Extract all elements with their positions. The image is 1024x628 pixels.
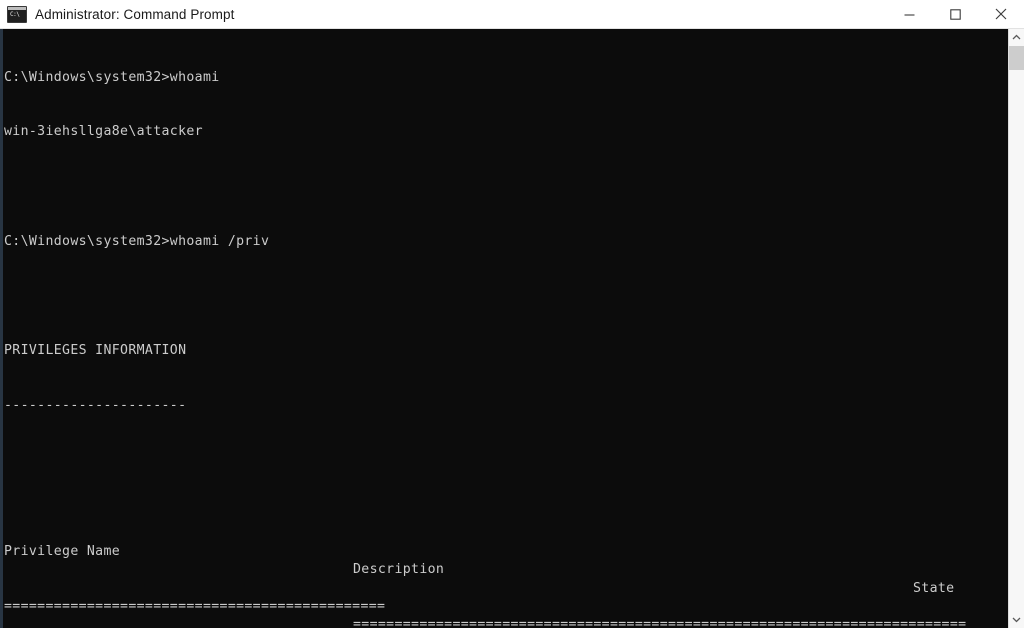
rule-privilege-name: ========================================… (4, 598, 386, 614)
console-icon (7, 5, 27, 23)
command-prompt-window: Administrator: Command Prompt C:\Windows… (0, 0, 1024, 628)
vertical-scrollbar[interactable] (1008, 29, 1024, 628)
terminal-line-blank-3 (4, 452, 1004, 470)
scrollbar-thumb[interactable] (1009, 46, 1024, 70)
privileges-table-rule: ========================================… (4, 580, 1004, 628)
chevron-up-icon[interactable] (1009, 29, 1024, 46)
terminal-line-blank-1 (4, 178, 1004, 196)
window-title: Administrator: Command Prompt (35, 6, 235, 22)
title-bar[interactable]: Administrator: Command Prompt (0, 0, 1024, 29)
terminal-text: C:\Windows\system32>whoami win-3iehsllga… (4, 32, 1004, 628)
chevron-down-icon[interactable] (1009, 611, 1024, 628)
terminal-line-blank-2 (4, 288, 1004, 306)
rule-description: ========================================… (353, 617, 967, 628)
privileges-section-title: PRIVILEGES INFORMATION (4, 343, 187, 359)
terminal-line-prompt-2: C:\Windows\system32>whoami /priv (4, 233, 270, 249)
terminal-line-prompt-1: C:\Windows\system32>whoami (4, 69, 220, 85)
maximize-button[interactable] (932, 0, 978, 28)
close-button[interactable] (978, 0, 1024, 28)
header-description: Description (353, 562, 445, 578)
privileges-section-rule: ---------------------- (4, 398, 187, 413)
window-left-border (0, 29, 3, 628)
minimize-button[interactable] (886, 0, 932, 28)
header-privilege-name: Privilege Name (4, 544, 121, 559)
privileges-table-header: Privilege Name Description State (4, 525, 1004, 596)
scrollbar-track[interactable] (1009, 70, 1024, 611)
console-output-area[interactable]: C:\Windows\system32>whoami win-3iehsllga… (0, 29, 1008, 628)
terminal-line-output-1: win-3iehsllga8e\attacker (4, 124, 203, 140)
